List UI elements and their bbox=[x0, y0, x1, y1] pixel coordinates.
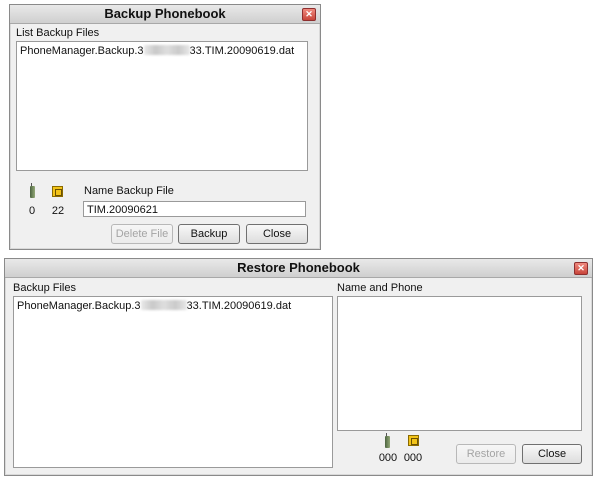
restore-button[interactable]: Restore bbox=[456, 444, 516, 464]
name-and-phone-label: Name and Phone bbox=[337, 282, 423, 294]
backup-files-label: Backup Files bbox=[13, 282, 76, 294]
delete-file-button[interactable]: Delete File bbox=[111, 224, 173, 244]
backup-close-button[interactable]: Close bbox=[246, 224, 308, 244]
phone-memory-icon bbox=[30, 183, 35, 198]
restore-backup-files-list[interactable]: PhoneManager.Backup.3 33.TIM.20090619.dat bbox=[13, 296, 333, 468]
redacted-blur bbox=[140, 300, 187, 310]
restore-title: Restore Phonebook bbox=[237, 260, 360, 275]
name-and-phone-list[interactable] bbox=[337, 296, 582, 431]
restore-sim-count: 000 bbox=[403, 452, 423, 464]
backup-files-list[interactable]: PhoneManager.Backup.3 33.TIM.20090619.dat bbox=[16, 41, 308, 171]
backup-sim-count: 22 bbox=[51, 205, 65, 217]
sim-card-icon bbox=[408, 435, 419, 446]
restore-phone-count: 000 bbox=[378, 452, 398, 464]
backup-phonebook-window: Backup Phonebook ✕ List Backup Files Pho… bbox=[9, 4, 321, 250]
backup-title-bar[interactable]: Backup Phonebook ✕ bbox=[10, 5, 320, 24]
restore-title-bar[interactable]: Restore Phonebook ✕ bbox=[5, 259, 592, 278]
list-backup-files-label: List Backup Files bbox=[16, 27, 100, 39]
restore-close-icon[interactable]: ✕ bbox=[574, 262, 588, 275]
restore-phonebook-window: Restore Phonebook ✕ Backup Files PhoneMa… bbox=[4, 258, 593, 476]
list-item[interactable]: PhoneManager.Backup.3 33.TIM.20090619.dat bbox=[17, 300, 291, 312]
backup-title: Backup Phonebook bbox=[104, 6, 226, 21]
name-backup-file-label: Name Backup File bbox=[84, 185, 174, 197]
backup-button[interactable]: Backup bbox=[178, 224, 240, 244]
redacted-blur bbox=[143, 45, 190, 55]
backup-file-name-input[interactable]: TIM.20090621 bbox=[83, 201, 306, 217]
phone-memory-icon bbox=[385, 433, 390, 448]
backup-close-icon[interactable]: ✕ bbox=[302, 8, 316, 21]
sim-card-icon bbox=[52, 186, 63, 197]
restore-close-button[interactable]: Close bbox=[522, 444, 582, 464]
backup-phone-count: 0 bbox=[28, 205, 36, 217]
list-item[interactable]: PhoneManager.Backup.3 33.TIM.20090619.dat bbox=[20, 45, 294, 57]
